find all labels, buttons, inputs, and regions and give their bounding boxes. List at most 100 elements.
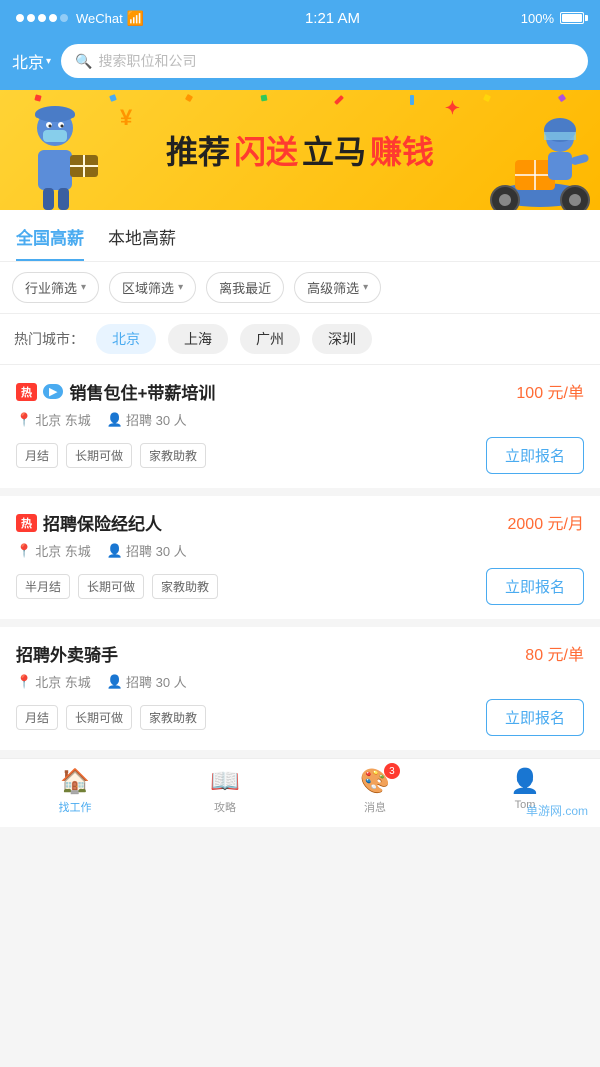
job-recruits-3: 👤 招聘 30 人: [107, 672, 187, 691]
person-icon: 👤: [107, 412, 123, 428]
job-tag: 家教助教: [140, 443, 206, 468]
tab-national-high-salary[interactable]: 全国高薪: [16, 224, 84, 261]
message-icon: 🎨 3: [360, 767, 390, 796]
job-tag: 月结: [16, 443, 58, 468]
battery-icon: [560, 12, 584, 24]
job-tag: 半月结: [16, 574, 70, 599]
job-bottom-2: 半月结 长期可做 家教助教 立即报名: [16, 568, 584, 605]
status-bar-right: 100%: [521, 11, 584, 26]
promotional-banner[interactable]: 推荐 闪送 立马 赚钱 ¥ ✦: [0, 90, 600, 210]
banner-highlight2: 赚钱: [370, 127, 434, 173]
nav-label-messages: 消息: [364, 799, 386, 815]
job-salary-3: 80 元/单: [525, 641, 584, 665]
nav-item-messages[interactable]: 🎨 3 消息: [300, 767, 450, 815]
hot-badge: 热: [16, 514, 37, 532]
book-icon: 📖: [210, 767, 240, 796]
job-tags-2: 半月结 长期可做 家教助教: [16, 574, 218, 599]
home-icon: 🏠: [60, 767, 90, 796]
video-badge: ▶: [43, 384, 63, 399]
chevron-down-icon: ▾: [178, 282, 183, 293]
apply-button-2[interactable]: 立即报名: [486, 568, 584, 605]
banner-highlight1: 闪送: [234, 127, 298, 173]
job-tag: 长期可做: [66, 705, 132, 730]
filter-advanced[interactable]: 高级筛选 ▾: [294, 272, 381, 303]
banner-person-left: [0, 100, 110, 210]
job-title-row-2: 热 招聘保险经纪人: [16, 510, 162, 535]
job-tag: 长期可做: [78, 574, 144, 599]
job-card-3[interactable]: 招聘外卖骑手 80 元/单 📍 北京 东城 👤 招聘 30 人 月结 长期可做 …: [0, 627, 600, 750]
job-recruits-2: 👤 招聘 30 人: [107, 541, 187, 560]
job-header-1: 热 ▶ 销售包住+带薪培训 100 元/单: [16, 379, 584, 404]
location-label: 北京: [12, 49, 44, 73]
status-bar-left: WeChat 📶: [16, 10, 144, 27]
location-icon: 📍: [16, 412, 32, 428]
watermark: 单游网.com: [526, 802, 588, 819]
job-list: 热 ▶ 销售包住+带薪培训 100 元/单 📍 北京 东城 👤 招聘 30 人 …: [0, 365, 600, 750]
star-decoration: ✦: [445, 98, 460, 119]
nav-label-guide: 攻略: [214, 799, 236, 815]
banner-person-right: [480, 100, 600, 210]
carrier-label: WeChat: [76, 11, 123, 26]
hot-cities-label: 热门城市：: [14, 329, 84, 349]
job-meta-2: 📍 北京 东城 👤 招聘 30 人: [16, 541, 584, 560]
location-icon: 📍: [16, 543, 32, 559]
job-location-1: 📍 北京 东城: [16, 410, 91, 429]
bottom-navigation: 🏠 找工作 📖 攻略 🎨 3 消息 👤 Tom 单游网.com: [0, 758, 600, 827]
city-tag-shanghai[interactable]: 上海: [168, 324, 228, 354]
job-meta-3: 📍 北京 东城 👤 招聘 30 人: [16, 672, 584, 691]
job-tag: 长期可做: [66, 443, 132, 468]
currency-decoration: ¥: [120, 105, 132, 131]
job-title-row-3: 招聘外卖骑手: [16, 641, 118, 666]
job-bottom-1: 月结 长期可做 家教助教 立即报名: [16, 437, 584, 474]
job-tags-1: 月结 长期可做 家教助教: [16, 443, 206, 468]
city-tag-shenzhen[interactable]: 深圳: [312, 324, 372, 354]
job-title-3: 招聘外卖骑手: [16, 641, 118, 666]
wifi-icon: 📶: [127, 10, 144, 27]
job-tag: 月结: [16, 705, 58, 730]
job-card-2[interactable]: 热 招聘保险经纪人 2000 元/月 📍 北京 东城 👤 招聘 30 人 半月结…: [0, 496, 600, 619]
search-icon: 🔍: [75, 53, 92, 70]
job-title-2: 招聘保险经纪人: [43, 510, 162, 535]
job-header-2: 热 招聘保险经纪人 2000 元/月: [16, 510, 584, 535]
nav-item-find-job[interactable]: 🏠 找工作: [0, 767, 150, 815]
job-bottom-3: 月结 长期可做 家教助教 立即报名: [16, 699, 584, 736]
nav-item-guide[interactable]: 📖 攻略: [150, 767, 300, 815]
job-salary-2: 2000 元/月: [508, 510, 585, 534]
job-title-1: 销售包住+带薪培训: [69, 379, 215, 404]
filter-industry[interactable]: 行业筛选 ▾: [12, 272, 99, 303]
filter-nearest[interactable]: 离我最近: [206, 272, 284, 303]
person-icon: 👤: [107, 543, 123, 559]
hot-badge: 热: [16, 383, 37, 401]
search-bar[interactable]: 🔍 搜索职位和公司: [61, 44, 588, 78]
tab-local-high-salary[interactable]: 本地高薪: [108, 224, 176, 261]
chevron-down-icon: ▾: [81, 282, 86, 293]
time-display: 1:21 AM: [305, 10, 360, 27]
job-tag: 家教助教: [152, 574, 218, 599]
location-icon: 📍: [16, 674, 32, 690]
status-bar: WeChat 📶 1:21 AM 100%: [0, 0, 600, 36]
job-salary-1: 100 元/单: [516, 379, 584, 403]
profile-icon: 👤: [510, 767, 540, 796]
city-tag-guangzhou[interactable]: 广州: [240, 324, 300, 354]
job-card-1[interactable]: 热 ▶ 销售包住+带薪培训 100 元/单 📍 北京 东城 👤 招聘 30 人 …: [0, 365, 600, 488]
banner-prefix: 推荐: [166, 127, 230, 173]
nav-label-find-job: 找工作: [59, 799, 92, 815]
job-location-2: 📍 北京 东城: [16, 541, 91, 560]
location-button[interactable]: 北京 ▾: [12, 49, 51, 73]
apply-button-3[interactable]: 立即报名: [486, 699, 584, 736]
person-icon: 👤: [107, 674, 123, 690]
city-tag-beijing[interactable]: 北京: [96, 324, 156, 354]
job-title-row-1: 热 ▶ 销售包住+带薪培训: [16, 379, 215, 404]
job-location-3: 📍 北京 东城: [16, 672, 91, 691]
job-meta-1: 📍 北京 东城 👤 招聘 30 人: [16, 410, 584, 429]
chevron-down-icon: ▾: [363, 282, 368, 293]
chevron-down-icon: ▾: [46, 56, 51, 67]
tabs-section: 全国高薪 本地高薪: [0, 210, 600, 262]
message-badge: 3: [384, 763, 400, 779]
apply-button-1[interactable]: 立即报名: [486, 437, 584, 474]
battery-label: 100%: [521, 11, 554, 26]
job-tags-3: 月结 长期可做 家教助教: [16, 705, 206, 730]
filter-region[interactable]: 区域筛选 ▾: [109, 272, 196, 303]
hot-cities-section: 热门城市： 北京 上海 广州 深圳: [0, 314, 600, 365]
filters-section: 行业筛选 ▾ 区域筛选 ▾ 离我最近 高级筛选 ▾: [0, 262, 600, 314]
